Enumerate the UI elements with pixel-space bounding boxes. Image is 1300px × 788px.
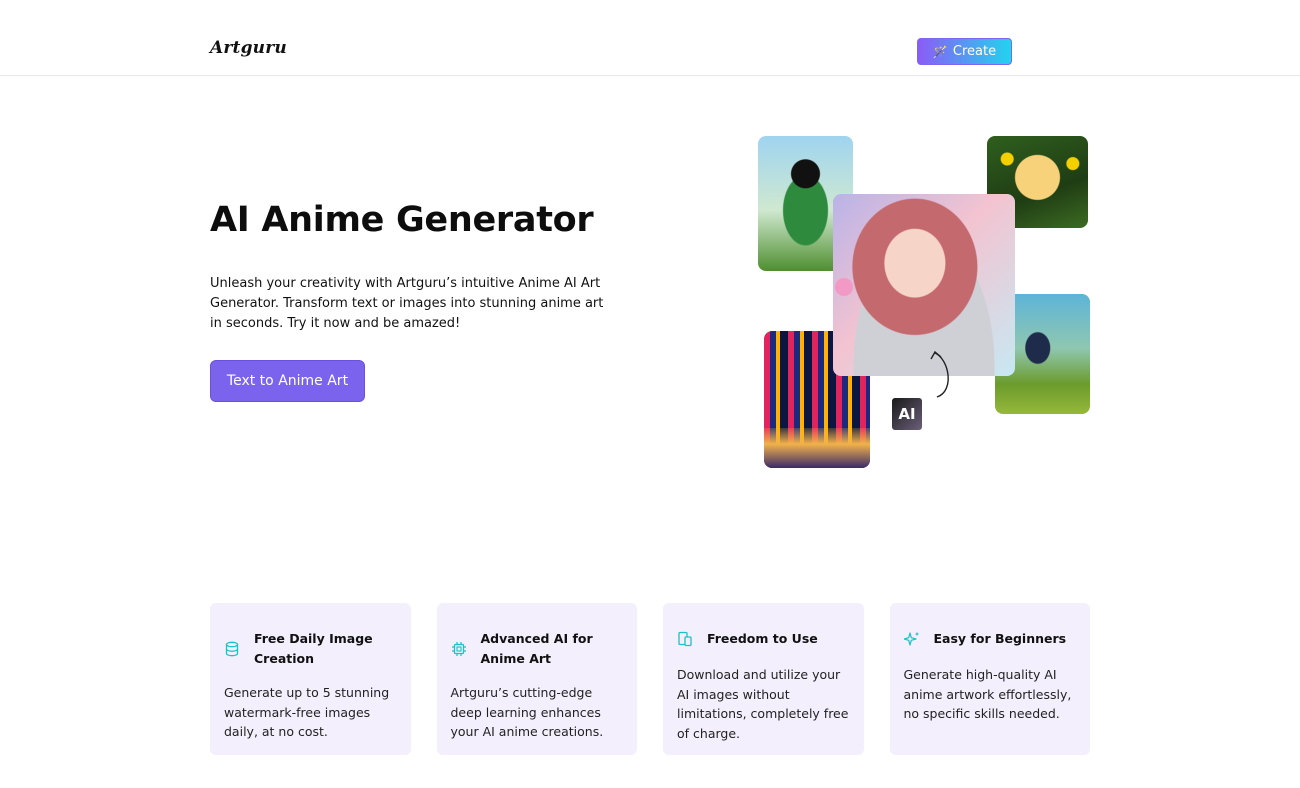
feature-text: Generate high-quality AI anime artwork e…	[903, 667, 1072, 721]
artguru-logo[interactable]: Artguru	[210, 38, 287, 58]
curved-arrow-icon	[930, 350, 949, 398]
magic-wand-icon: 🪄	[932, 44, 948, 59]
feature-title: Freedom to Use	[707, 631, 818, 646]
page-title: AI Anime Generator	[210, 200, 594, 240]
top-nav-bar: Artguru 🪄 Create	[0, 0, 1300, 76]
feature-title: Easy for Beginners	[933, 631, 1067, 646]
ai-badge: AI	[892, 398, 922, 430]
feature-card-advanced-ai: Advanced AI for Anime Art Artguru’s cutt…	[436, 603, 637, 755]
feature-text: Download and utilize your AI images with…	[677, 667, 849, 741]
feature-card-easy: Easy for Beginners Generate high-quality…	[889, 603, 1090, 755]
create-button[interactable]: 🪄 Create	[917, 38, 1012, 65]
feature-title: Advanced AI for Anime Art	[480, 631, 593, 666]
feature-card-freedom: Freedom to Use Download and utilize your…	[663, 603, 864, 755]
feature-cards: Free Daily Image Creation Generate up to…	[210, 603, 1090, 755]
devices-icon	[678, 631, 692, 647]
feature-card-free-daily: Free Daily Image Creation Generate up to…	[210, 603, 411, 755]
sparkles-icon	[903, 631, 919, 646]
chip-icon	[451, 642, 466, 656]
create-button-label: Create	[952, 44, 997, 59]
feature-text: Generate up to 5 stunning watermark-free…	[224, 685, 390, 739]
hero-description: Unleash your creativity with Artguru’s i…	[210, 276, 604, 331]
text-to-anime-art-button[interactable]: Text to Anime Art	[210, 360, 365, 402]
database-icon	[225, 641, 239, 657]
feature-text: Artguru’s cutting-edge deep learning enh…	[450, 685, 604, 739]
anime-image-collage: AI	[755, 133, 1095, 473]
feature-title: Free Daily Image Creation	[254, 631, 373, 666]
